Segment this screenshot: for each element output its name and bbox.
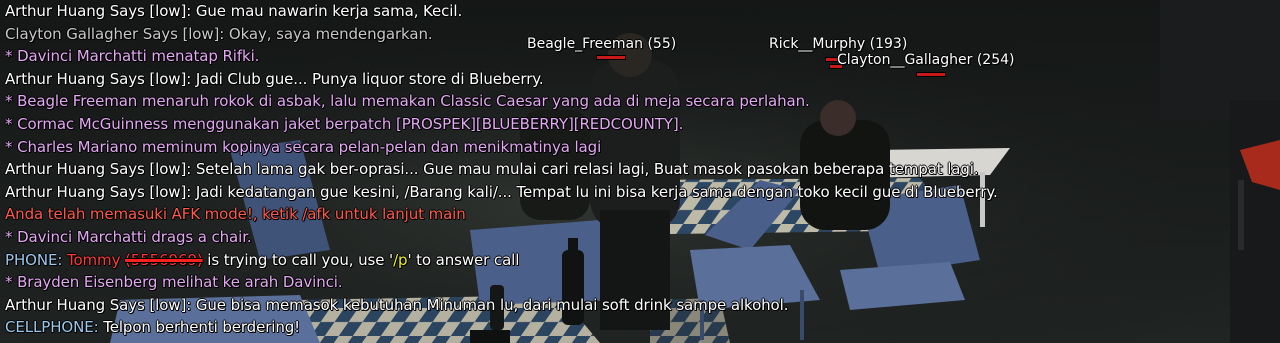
- phone-call-notice: PHONE: Tommy (5556969) is trying to call…: [5, 249, 998, 272]
- chat-line: Arthur Huang Says [low]: Setelah lama ga…: [5, 160, 979, 179]
- call-instruction-end: ' to answer call: [407, 250, 520, 269]
- chat-log: Arthur Huang Says [low]: Gue mau nawarin…: [5, 0, 998, 339]
- chat-line: * Brayden Eisenberg melihat ke arah Davi…: [5, 273, 343, 292]
- chat-line: Arthur Huang Says [low]: Jadi kedatangan…: [5, 182, 998, 201]
- chat-line: * Davinci Marchatti drags a chair.: [5, 227, 252, 246]
- game-viewport: Beagle_Freeman (55) Rick__Murphy (193) C…: [0, 0, 1280, 343]
- afk-notice: Anda telah memasuki AFK mode!, ketik /af…: [5, 205, 466, 224]
- chat-line: * Davinci Marchatti menatap Rifki.: [5, 47, 260, 66]
- chat-line: * Cormac McGuinness menggunakan jaket be…: [5, 114, 684, 133]
- cellphone-notice: CELLPHONE: Telpon berhenti berdering!: [5, 316, 998, 339]
- chat-line: Arthur Huang Says [low]: Gue bisa memaso…: [5, 295, 789, 314]
- chat-line: Arthur Huang Says [low]: Gue mau nawarin…: [5, 2, 463, 20]
- caller-number: (5556969): [125, 250, 203, 269]
- chat-line: * Charles Mariano meminum kopinya secara…: [5, 137, 602, 156]
- answer-command: /p: [393, 250, 408, 269]
- chat-line: * Beagle Freeman menaruh rokok di asbak,…: [5, 92, 810, 111]
- call-instruction: is trying to call you, use ': [202, 250, 394, 269]
- chat-line: Clayton Gallagher Says [low]: Okay, saya…: [5, 24, 433, 43]
- cellphone-text: Telpon berhenti berdering!: [103, 318, 301, 337]
- chat-line: Arthur Huang Says [low]: Jadi Club gue..…: [5, 69, 544, 88]
- phone-label: PHONE:: [5, 250, 67, 269]
- caller-name: Tommy: [66, 250, 121, 269]
- cellphone-label: CELLPHONE:: [5, 318, 104, 337]
